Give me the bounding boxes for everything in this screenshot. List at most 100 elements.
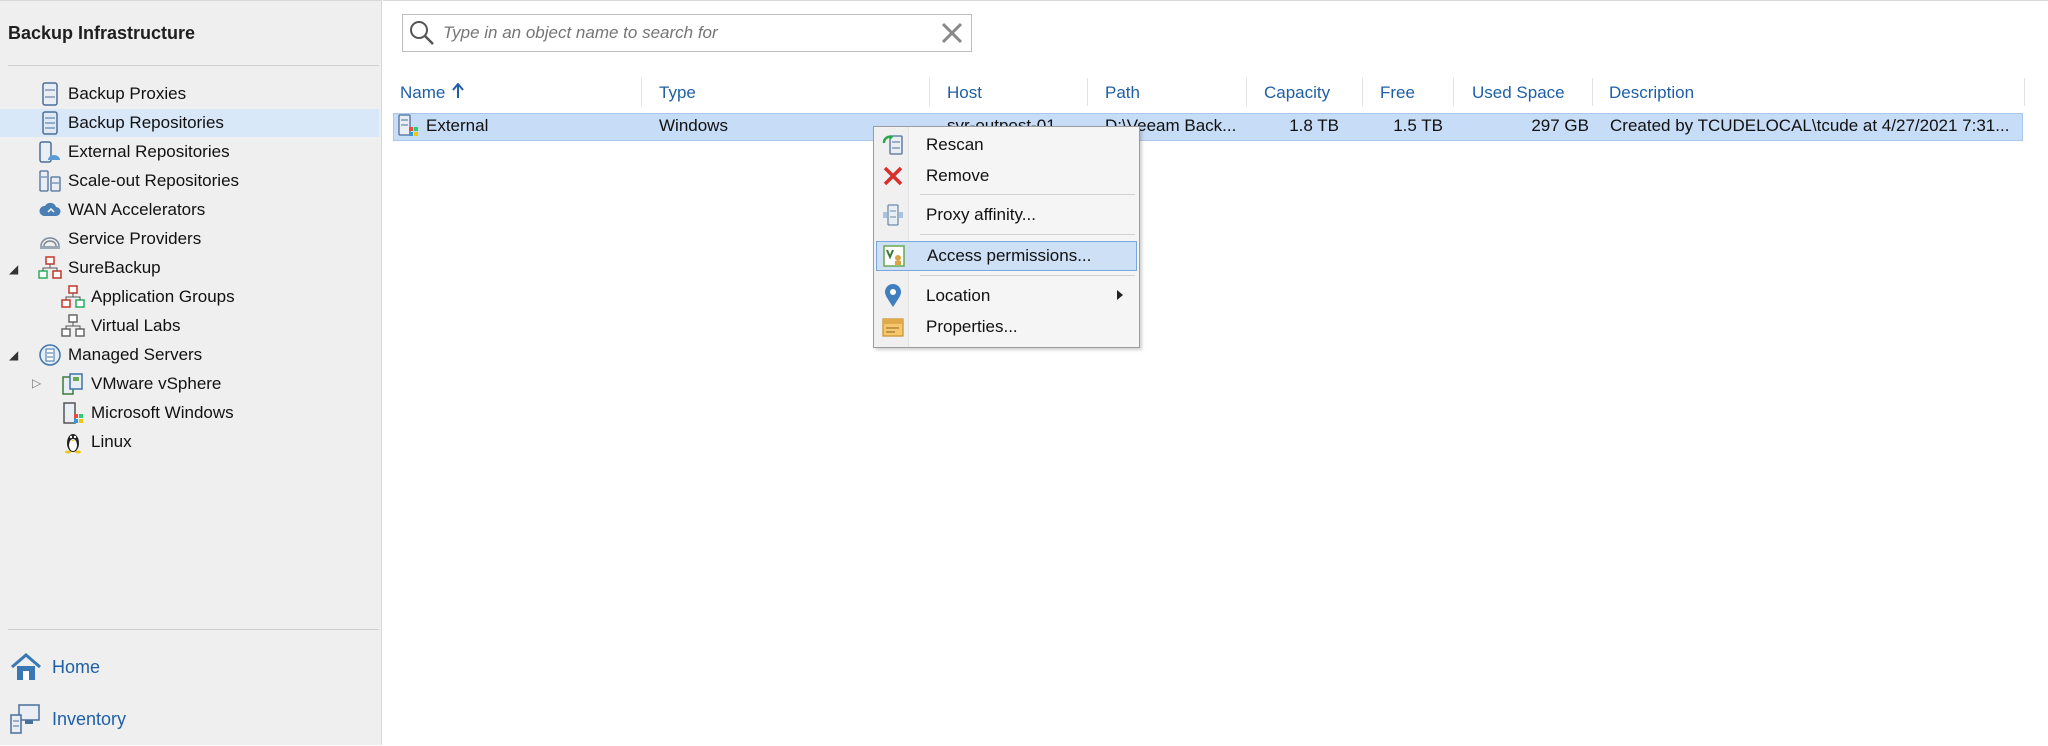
column-header-type[interactable]: Type bbox=[659, 83, 696, 105]
sidebar-item-label: VMware vSphere bbox=[91, 374, 222, 393]
windows-server-icon bbox=[61, 401, 85, 425]
sidebar-item-surebackup[interactable]: SureBackup bbox=[38, 254, 161, 282]
sidebar-item-label: Backup Proxies bbox=[68, 84, 187, 103]
sidebar-item-managed-servers[interactable]: Managed Servers bbox=[38, 341, 202, 369]
submenu-arrow-icon bbox=[1117, 290, 1123, 300]
sidebar-item-external-repositories[interactable]: External Repositories bbox=[38, 138, 230, 166]
menu-item-label: Proxy affinity... bbox=[926, 205, 1036, 224]
sidebar-item-service-providers[interactable]: Service Providers bbox=[38, 225, 201, 253]
menu-item-proxy-affinity[interactable]: Proxy affinity... bbox=[876, 200, 1137, 230]
sidebar: Backup Infrastructure Backup Proxies Bac… bbox=[0, 0, 382, 745]
clear-search-icon[interactable] bbox=[939, 20, 965, 46]
sidebar-divider bbox=[8, 629, 379, 630]
search-icon bbox=[409, 20, 435, 46]
managed-servers-icon bbox=[38, 343, 62, 367]
nav-home-button[interactable]: Home bbox=[8, 649, 100, 685]
inventory-icon bbox=[8, 701, 44, 737]
sidebar-item-label: Service Providers bbox=[68, 229, 202, 248]
main-panel: Name Type Host Path Capacity Free Used S… bbox=[383, 0, 2048, 746]
sidebar-item-label: Virtual Labs bbox=[91, 316, 181, 335]
menu-item-properties[interactable]: Properties... bbox=[876, 312, 1137, 342]
column-divider[interactable] bbox=[1246, 78, 1247, 106]
rescan-icon bbox=[880, 132, 906, 158]
location-pin-icon bbox=[880, 283, 906, 309]
scale-out-repository-icon bbox=[38, 169, 62, 193]
column-divider[interactable] bbox=[1592, 78, 1593, 106]
nav-inventory-button[interactable]: Inventory bbox=[8, 701, 126, 737]
menu-item-label: Access permissions... bbox=[927, 246, 1092, 265]
menu-item-rescan[interactable]: Rescan bbox=[876, 130, 1137, 160]
sidebar-item-vmware-vsphere[interactable]: VMware vSphere bbox=[61, 370, 221, 398]
sidebar-item-application-groups[interactable]: Application Groups bbox=[61, 283, 235, 311]
sidebar-item-label: Scale-out Repositories bbox=[68, 171, 240, 190]
column-divider[interactable] bbox=[1362, 78, 1363, 106]
menu-item-label: Location bbox=[926, 286, 991, 305]
menu-item-label: Rescan bbox=[926, 135, 984, 154]
cloud-icon bbox=[38, 198, 62, 222]
column-divider[interactable] bbox=[1087, 78, 1088, 106]
expand-icon[interactable]: ▷ bbox=[32, 377, 44, 389]
sidebar-item-label: Application Groups bbox=[91, 287, 235, 306]
cell-used-space: 297 GB bbox=[1531, 116, 1589, 135]
linux-penguin-icon bbox=[61, 430, 85, 454]
collapse-icon[interactable]: ◢ bbox=[9, 349, 21, 361]
sidebar-item-microsoft-windows[interactable]: Microsoft Windows bbox=[61, 399, 234, 427]
column-header-description[interactable]: Description bbox=[1609, 83, 1694, 105]
sidebar-item-backup-proxies[interactable]: Backup Proxies bbox=[38, 80, 186, 108]
menu-item-location[interactable]: Location bbox=[876, 281, 1137, 311]
sidebar-item-linux[interactable]: Linux bbox=[61, 428, 132, 456]
sidebar-item-label: Linux bbox=[91, 432, 132, 451]
column-header-free[interactable]: Free bbox=[1380, 83, 1415, 105]
surebackup-icon bbox=[38, 256, 62, 280]
context-menu: Rescan Remove Proxy affinity... Access p… bbox=[873, 126, 1140, 348]
cell-capacity: 1.8 TB bbox=[1289, 116, 1339, 135]
menu-item-access-permissions[interactable]: Access permissions... bbox=[876, 241, 1137, 271]
sidebar-item-scale-out-repositories[interactable]: Scale-out Repositories bbox=[38, 167, 239, 195]
column-header-host[interactable]: Host bbox=[947, 83, 982, 105]
nav-inventory-label: Inventory bbox=[52, 708, 127, 729]
sidebar-item-wan-accelerators[interactable]: WAN Accelerators bbox=[38, 196, 205, 224]
vsphere-icon bbox=[61, 372, 85, 396]
sidebar-item-label: External Repositories bbox=[68, 142, 230, 161]
column-header-name[interactable]: Name bbox=[400, 82, 464, 105]
sidebar-item-label: SureBackup bbox=[68, 258, 161, 277]
column-divider[interactable] bbox=[641, 78, 642, 106]
search-box[interactable] bbox=[402, 14, 972, 52]
search-input[interactable] bbox=[441, 22, 925, 44]
sort-ascending-icon bbox=[452, 82, 464, 104]
cell-description: Created by TCUDELOCAL\tcude at 4/27/2021… bbox=[1610, 116, 2010, 135]
proxy-affinity-icon bbox=[880, 202, 906, 228]
column-header-used-space[interactable]: Used Space bbox=[1472, 83, 1565, 105]
sidebar-item-virtual-labs[interactable]: Virtual Labs bbox=[61, 312, 180, 340]
virtual-lab-icon bbox=[61, 314, 85, 338]
menu-item-label: Properties... bbox=[926, 317, 1018, 336]
column-divider[interactable] bbox=[1453, 78, 1454, 106]
cell-name: External bbox=[426, 116, 489, 135]
repository-icon bbox=[38, 111, 62, 135]
menu-item-remove[interactable]: Remove bbox=[876, 161, 1137, 191]
sidebar-item-label: WAN Accelerators bbox=[68, 200, 206, 219]
column-divider[interactable] bbox=[929, 78, 930, 106]
collapse-icon[interactable]: ◢ bbox=[9, 263, 21, 275]
column-header-capacity[interactable]: Capacity bbox=[1264, 83, 1330, 105]
column-divider[interactable] bbox=[2024, 78, 2025, 106]
column-header-path[interactable]: Path bbox=[1105, 83, 1140, 105]
service-provider-icon bbox=[38, 227, 62, 251]
access-permissions-icon bbox=[881, 243, 907, 269]
server-stack-icon bbox=[38, 82, 62, 106]
properties-icon bbox=[880, 314, 906, 340]
sidebar-title: Backup Infrastructure bbox=[8, 23, 196, 43]
cell-free: 1.5 TB bbox=[1393, 116, 1443, 135]
nav-home-label: Home bbox=[52, 656, 101, 677]
sidebar-item-label: Backup Repositories bbox=[68, 113, 224, 132]
home-icon bbox=[8, 649, 44, 685]
cell-type: Windows bbox=[659, 116, 728, 135]
sidebar-item-backup-repositories[interactable]: Backup Repositories bbox=[0, 109, 379, 137]
external-repository-icon bbox=[38, 140, 62, 164]
application-group-icon bbox=[61, 285, 85, 309]
sidebar-divider bbox=[8, 65, 379, 66]
repository-icon bbox=[397, 114, 419, 143]
sidebar-item-label: Managed Servers bbox=[68, 345, 203, 364]
menu-item-label: Remove bbox=[926, 166, 990, 185]
sidebar-item-label: Microsoft Windows bbox=[91, 403, 234, 422]
